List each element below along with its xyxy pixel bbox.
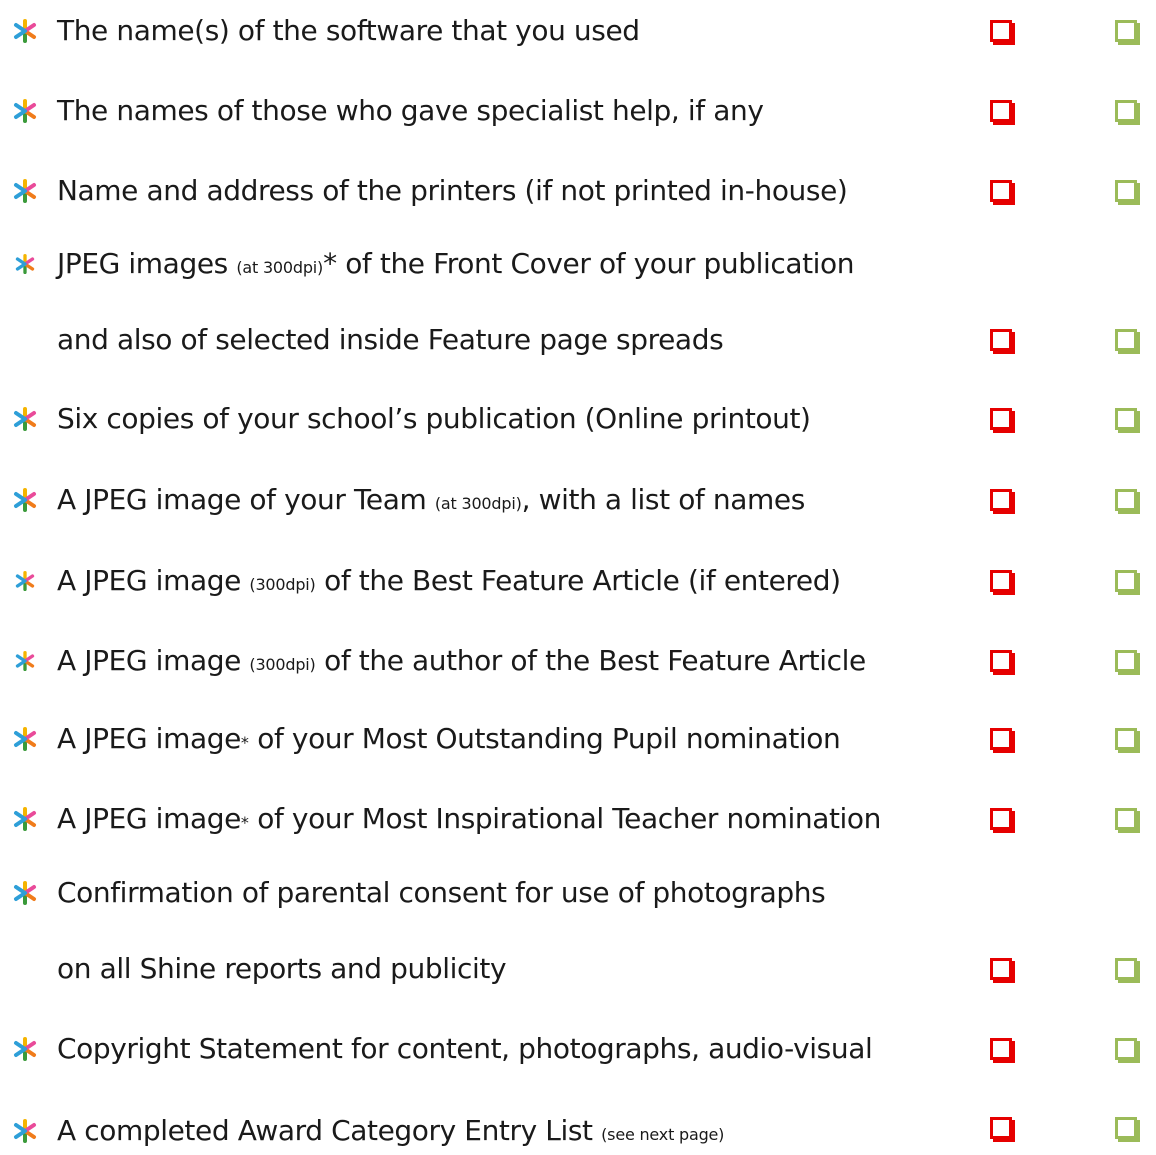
- checkbox-red[interactable]: [990, 728, 1012, 750]
- checklist-item-specialist-help: The names of those who gave specialist h…: [0, 91, 1156, 131]
- checklist-item-outstanding-pupil: A JPEG image* of your Most Outstanding P…: [0, 719, 1156, 759]
- checkbox-green[interactable]: [1115, 570, 1137, 592]
- checklist-item-label: JPEG images (at 300dpi)* of the Front Co…: [57, 247, 855, 280]
- asterisk-bullet-icon: [15, 254, 35, 274]
- checkbox-red[interactable]: [990, 570, 1012, 592]
- asterisk-bullet-icon: [14, 727, 36, 751]
- checkbox-red[interactable]: [990, 489, 1012, 511]
- checkbox-red[interactable]: [990, 329, 1012, 351]
- checkbox-red[interactable]: [990, 650, 1012, 672]
- checkbox-green[interactable]: [1115, 329, 1137, 351]
- checklist-item-award-category-list: A completed Award Category Entry List (s…: [0, 1111, 1156, 1151]
- checkbox-green[interactable]: [1115, 100, 1137, 122]
- checklist-item-author-image: A JPEG image (300dpi) of the author of t…: [0, 641, 1156, 681]
- checklist-item-team-image: A JPEG image of your Team (at 300dpi), w…: [0, 480, 1156, 520]
- checkbox-green[interactable]: [1115, 1117, 1137, 1139]
- checkbox-red[interactable]: [990, 808, 1012, 830]
- checklist-item-label: The names of those who gave specialist h…: [57, 94, 764, 127]
- checkbox-red[interactable]: [990, 180, 1012, 202]
- asterisk-bullet-icon: [14, 407, 36, 431]
- checklist-item-continuation: and also of selected inside Feature page…: [57, 323, 724, 356]
- asterisk-bullet-icon: [14, 99, 36, 123]
- checklist-item-label: A JPEG image* of your Most Inspirational…: [57, 802, 881, 835]
- checklist-item-continuation: on all Shine reports and publicity: [57, 952, 507, 985]
- checklist-item-parental-consent: Confirmation of parental consent for use…: [0, 873, 1156, 913]
- checklist-item-label: Copyright Statement for content, photogr…: [57, 1032, 873, 1065]
- checklist-item-printers: Name and address of the printers (if not…: [0, 171, 1156, 211]
- asterisk-bullet-icon: [14, 1119, 36, 1143]
- checkbox-red[interactable]: [990, 20, 1012, 42]
- checklist-item-label: A JPEG image of your Team (at 300dpi), w…: [57, 483, 805, 516]
- checklist-item-parental-consent-continued: on all Shine reports and publicity: [0, 949, 1156, 989]
- asterisk-bullet-icon: [14, 179, 36, 203]
- checklist-item-label: The name(s) of the software that you use…: [57, 14, 640, 47]
- asterisk-bullet-icon: [14, 1037, 36, 1061]
- asterisk-bullet-icon: [14, 488, 36, 512]
- checkbox-red[interactable]: [990, 100, 1012, 122]
- asterisk-bullet-icon: [15, 651, 35, 671]
- checkbox-green[interactable]: [1115, 958, 1137, 980]
- checklist-item-label: A JPEG image (300dpi) of the author of t…: [57, 644, 866, 677]
- checklist-item-label: A JPEG image (300dpi) of the Best Featur…: [57, 564, 841, 597]
- asterisk-bullet-icon: [14, 19, 36, 43]
- checkbox-green[interactable]: [1115, 489, 1137, 511]
- checklist-item-best-feature-article: A JPEG image (300dpi) of the Best Featur…: [0, 561, 1156, 601]
- asterisk-bullet-icon: [15, 571, 35, 591]
- checkbox-green[interactable]: [1115, 728, 1137, 750]
- checkbox-red[interactable]: [990, 1038, 1012, 1060]
- checklist-item-six-copies: Six copies of your school’s publication …: [0, 399, 1156, 439]
- submission-checklist: The name(s) of the software that you use…: [0, 0, 1156, 1151]
- checkbox-green[interactable]: [1115, 408, 1137, 430]
- checkbox-green[interactable]: [1115, 180, 1137, 202]
- checklist-item-front-cover-continued: and also of selected inside Feature page…: [0, 320, 1156, 360]
- checkbox-green[interactable]: [1115, 650, 1137, 672]
- checklist-item-label: Six copies of your school’s publication …: [57, 402, 811, 435]
- checkbox-red[interactable]: [990, 958, 1012, 980]
- checkbox-green[interactable]: [1115, 808, 1137, 830]
- checklist-item-copyright-statement: Copyright Statement for content, photogr…: [0, 1029, 1156, 1069]
- checkbox-green[interactable]: [1115, 20, 1137, 42]
- checkbox-green[interactable]: [1115, 1038, 1137, 1060]
- checklist-item-label: Confirmation of parental consent for use…: [57, 876, 826, 909]
- checklist-item-label: A completed Award Category Entry List (s…: [57, 1114, 725, 1147]
- checkbox-red[interactable]: [990, 408, 1012, 430]
- checklist-item-front-cover: JPEG images (at 300dpi)* of the Front Co…: [0, 244, 1156, 284]
- checklist-item-inspirational-teacher: A JPEG image* of your Most Inspirational…: [0, 799, 1156, 839]
- asterisk-bullet-icon: [14, 807, 36, 831]
- asterisk-bullet-icon: [14, 881, 36, 905]
- checklist-item-label: A JPEG image* of your Most Outstanding P…: [57, 722, 841, 755]
- checkbox-red[interactable]: [990, 1117, 1012, 1139]
- checklist-item-software: The name(s) of the software that you use…: [0, 11, 1156, 51]
- checklist-item-label: Name and address of the printers (if not…: [57, 174, 848, 207]
